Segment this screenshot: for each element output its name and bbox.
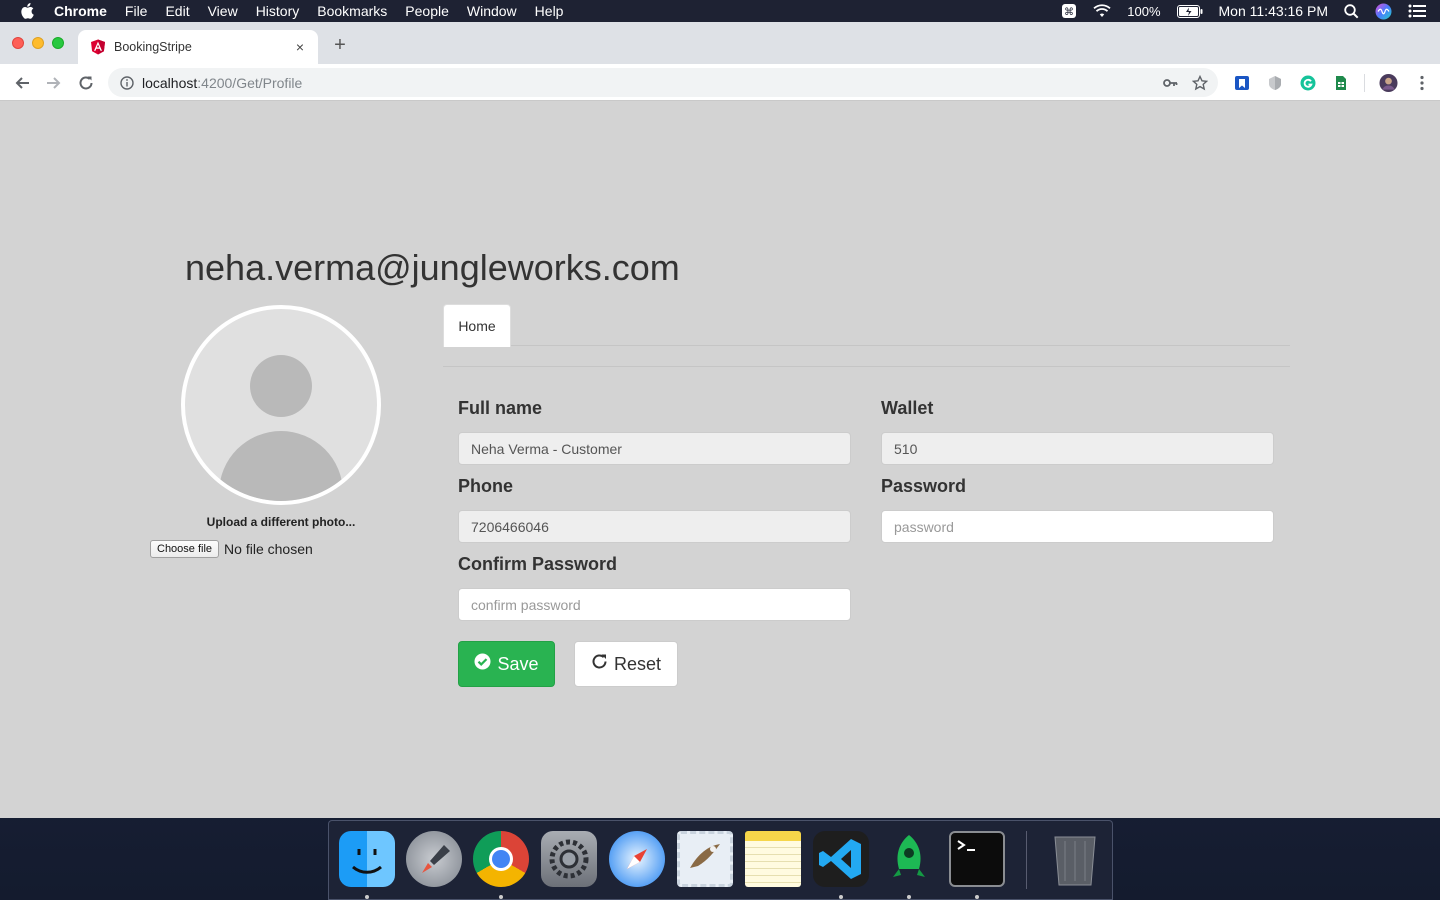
full-name-input[interactable]: Neha Verma - Customer <box>458 432 851 465</box>
new-tab-button[interactable]: + <box>330 35 350 55</box>
save-button[interactable]: Save <box>458 641 555 687</box>
reset-button-label: Reset <box>613 653 662 674</box>
avatar-head-shape <box>250 355 312 417</box>
siri-icon[interactable] <box>1375 3 1392 20</box>
terminal-icon[interactable] <box>949 831 1005 887</box>
upload-photo-label: Upload a different photo... <box>206 515 356 529</box>
address-bar[interactable]: localhost :4200/Get/Profile <box>108 68 1218 97</box>
menu-history[interactable]: History <box>256 3 300 19</box>
shield-extension-icon[interactable] <box>1265 73 1284 92</box>
rocket-app-running-dot <box>907 895 911 899</box>
wifi-icon[interactable] <box>1093 4 1111 18</box>
mail-icon[interactable] <box>677 831 733 887</box>
extension-icons <box>1232 73 1431 92</box>
terminal-running-dot <box>975 895 979 899</box>
notes-icon[interactable] <box>745 831 801 887</box>
avatar-body-shape <box>219 431 343 501</box>
menu-window[interactable]: Window <box>467 3 517 19</box>
battery-percent[interactable]: 100% <box>1127 4 1160 19</box>
reset-button[interactable]: Reset <box>574 641 678 687</box>
menu-view[interactable]: View <box>208 3 238 19</box>
menu-people[interactable]: People <box>405 3 449 19</box>
zoom-window-button[interactable] <box>52 37 64 49</box>
confirm-password-label: Confirm Password <box>458 554 618 574</box>
launchpad-icon[interactable] <box>406 831 462 887</box>
svg-text:⌘: ⌘ <box>1064 7 1074 18</box>
spotlight-search-icon[interactable] <box>1344 3 1359 19</box>
page-title-email: neha.verma@jungleworks.com <box>185 247 680 288</box>
password-key-icon[interactable] <box>1162 75 1178 94</box>
browser-tab-active[interactable]: BookingStripe × <box>78 30 318 64</box>
profile-avatar-icon[interactable] <box>1379 73 1398 92</box>
url-path: :4200/Get/Profile <box>197 74 303 91</box>
url-host: localhost <box>142 74 198 91</box>
avatar <box>181 305 381 505</box>
system-preferences-icon[interactable] <box>541 831 597 887</box>
forward-arrow-icon[interactable] <box>44 73 64 93</box>
trash-icon[interactable] <box>1047 831 1103 887</box>
toolbar-divider <box>1364 73 1365 92</box>
file-upload-control: Choose file No file chosen <box>150 540 313 558</box>
phone-input[interactable]: 7206466046 <box>458 510 851 543</box>
wallet-label: Wallet <box>881 398 934 418</box>
full-name-label: Full name <box>458 398 543 418</box>
dock-separator <box>1026 831 1027 889</box>
sheets-extension-icon[interactable] <box>1331 73 1350 92</box>
menu-edit[interactable]: Edit <box>165 3 189 19</box>
site-info-icon[interactable] <box>120 75 134 90</box>
choose-file-button[interactable]: Choose file <box>150 540 220 558</box>
notification-center-icon[interactable] <box>1408 4 1426 18</box>
angular-favicon-icon <box>90 39 106 55</box>
menu-file[interactable]: File <box>125 3 148 19</box>
wallet-input[interactable]: 510 <box>881 432 1274 465</box>
safari-icon[interactable] <box>609 831 665 887</box>
keyboard-input-icon[interactable]: ⌘ <box>1061 3 1077 19</box>
mac-menu-bar: Chrome File Edit View History Bookmarks … <box>0 0 1440 22</box>
back-arrow-icon[interactable] <box>12 73 32 93</box>
menu-help[interactable]: Help <box>535 3 564 19</box>
tab-strip: BookingStripe × + <box>0 22 1440 64</box>
profile-tabs: Home <box>443 304 1290 347</box>
confirm-password-input[interactable]: confirm password <box>458 588 851 621</box>
minimize-window-button[interactable] <box>32 37 44 49</box>
menu-clock[interactable]: Mon 11:43:16 PM <box>1219 3 1328 19</box>
save-button-label: Save <box>497 653 539 674</box>
close-window-button[interactable] <box>12 37 24 49</box>
browser-toolbar: localhost :4200/Get/Profile <box>0 64 1440 101</box>
omnibox-actions <box>1162 74 1209 94</box>
grammarly-icon[interactable] <box>1298 73 1317 92</box>
chrome-icon[interactable] <box>473 831 529 887</box>
finder-running-dot <box>365 895 369 899</box>
bookmark-star-icon[interactable] <box>1191 74 1209 94</box>
menu-app-name[interactable]: Chrome <box>54 3 107 19</box>
mac-dock <box>328 820 1113 900</box>
phone-label: Phone <box>458 476 514 496</box>
vscode-running-dot <box>839 895 843 899</box>
tab-title: BookingStripe <box>114 40 192 54</box>
profile-page: neha.verma@jungleworks.com Upload a diff… <box>0 102 1440 818</box>
reload-icon[interactable] <box>76 73 96 93</box>
rocket-app-icon[interactable] <box>881 831 937 887</box>
file-status-text: No file chosen <box>224 541 313 557</box>
battery-icon[interactable] <box>1176 4 1203 18</box>
chrome-running-dot <box>499 895 503 899</box>
chrome-menu-icon[interactable] <box>1412 73 1431 92</box>
menu-bar-status-area: ⌘ 100% Mon 11:43:16 PM <box>1061 0 1426 22</box>
refresh-icon <box>591 653 608 675</box>
finder-icon[interactable] <box>339 831 395 887</box>
tab-close-icon[interactable]: × <box>292 39 308 55</box>
tab-home[interactable]: Home <box>443 304 511 347</box>
password-label: Password <box>881 476 967 496</box>
menu-bookmarks[interactable]: Bookmarks <box>317 3 387 19</box>
bookmark-extension-icon[interactable] <box>1232 73 1251 92</box>
check-circle-icon <box>474 653 491 675</box>
apple-logo-icon[interactable] <box>20 3 36 19</box>
vscode-icon[interactable] <box>813 831 869 887</box>
password-input[interactable]: password <box>881 510 1274 543</box>
section-divider <box>443 366 1290 367</box>
chrome-window: BookingStripe × + localhost :4200/Get/Pr… <box>0 22 1440 818</box>
